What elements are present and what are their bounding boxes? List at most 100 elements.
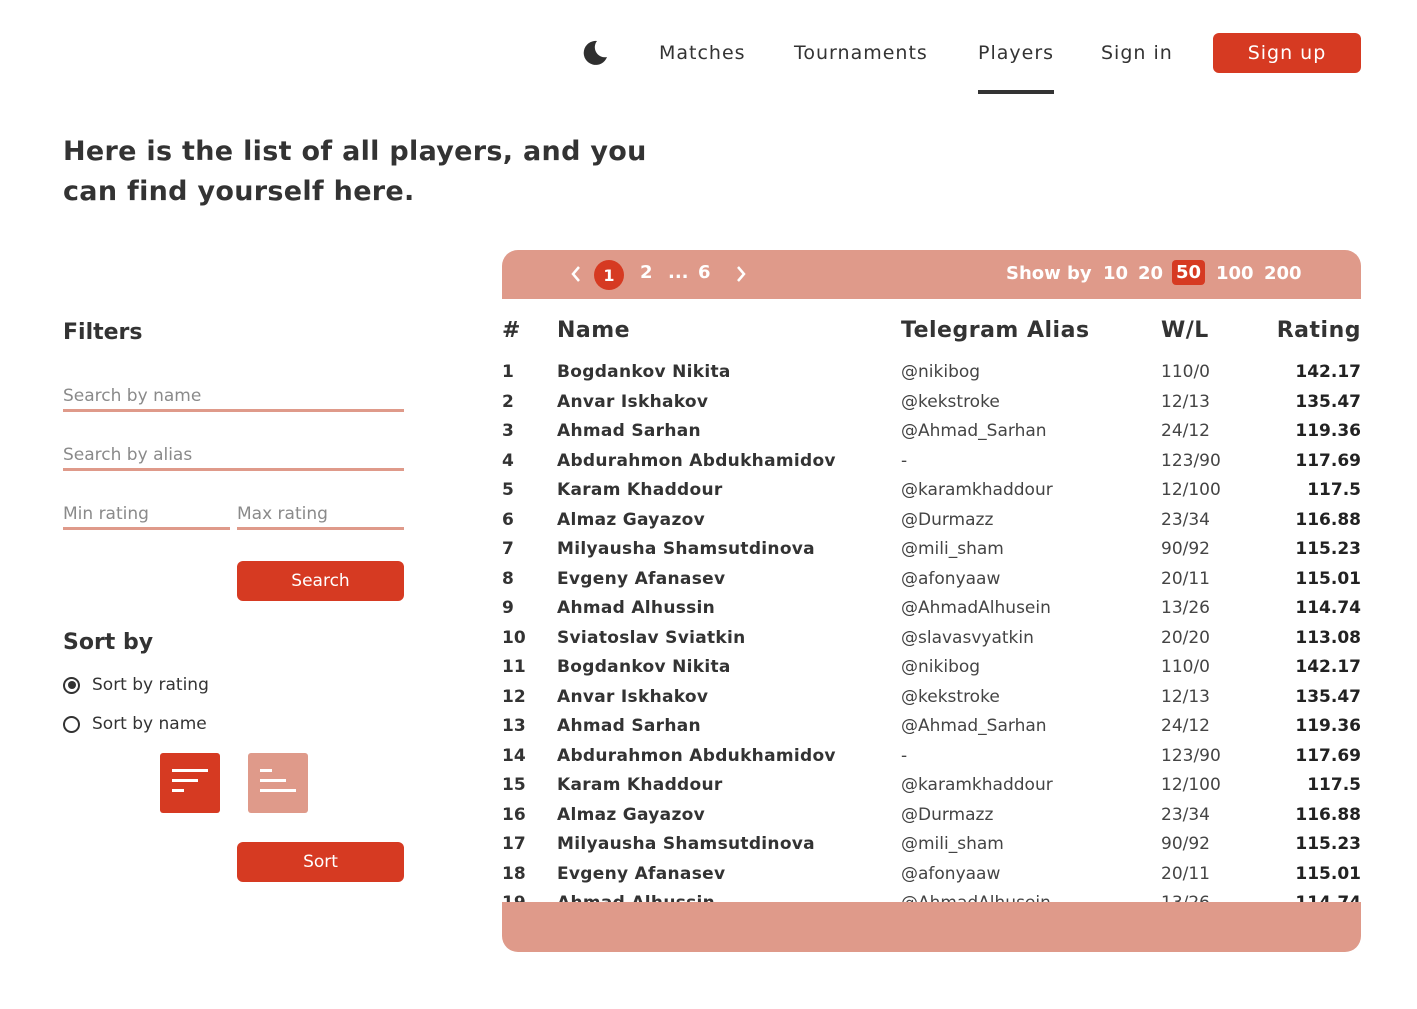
nav-link-sign-in[interactable]: Sign in [1101, 42, 1173, 64]
cell-alias: @nikibog [901, 362, 981, 382]
table-row[interactable]: 19 Ahmad Alhussin @AhmadAlhusein 13/26 114.7… [502, 889, 1361, 902]
cell-num: 18 [502, 863, 526, 884]
min-rating-field [63, 498, 230, 530]
sort-descending-button[interactable] [160, 753, 220, 813]
table-row[interactable]: 3 Ahmad Sarhan @Ahmad_Sarhan 24/12 119.36 [502, 417, 1361, 447]
table-row[interactable]: 10 Sviatoslav Sviatkin @slavasvyatkin 20/20… [502, 624, 1361, 654]
moon-icon[interactable] [580, 38, 610, 68]
page-headline: Here is the list of all players, and you… [63, 136, 647, 207]
cell-wl: 90/92 [1161, 834, 1210, 854]
sort-by-rating-radio[interactable] [63, 676, 80, 694]
sort-by-rating-option[interactable]: Sort by rating [63, 675, 209, 695]
cell-name: Abdurahmon Abdukhamidov [557, 450, 836, 471]
cell-rating: 117.5 [1307, 775, 1361, 795]
alias-search-input[interactable] [63, 439, 404, 467]
cell-num: 7 [502, 539, 514, 559]
table-row[interactable]: 8 Evgeny Afanasev @afonyaaw 20/11 115.01 [502, 565, 1361, 595]
chevron-left-icon[interactable] [570, 265, 582, 287]
table-row[interactable]: 6 Almaz Gayazov @Durmazz 23/34 116.88 [502, 506, 1361, 536]
cell-name: Anvar Iskhakov [557, 391, 709, 412]
cell-rating: 135.47 [1295, 686, 1361, 707]
table-row[interactable]: 14 Abdurahmon Abdukhamidov - 123/90 117.69 [502, 742, 1361, 772]
name-search-input[interactable] [63, 380, 404, 408]
cell-rating: 119.36 [1295, 421, 1361, 441]
table-row[interactable]: 5 Karam Khaddour @karamkhaddour 12/100 117.5 [502, 476, 1361, 506]
cell-wl: 110/0 [1161, 362, 1210, 382]
max-rating-input[interactable] [237, 498, 404, 526]
cell-rating: 115.01 [1295, 568, 1361, 589]
cell-num: 12 [502, 686, 526, 707]
search-button[interactable]: Search [237, 561, 404, 601]
nav-link-players[interactable]: Players [978, 42, 1055, 94]
table-row[interactable]: 15 Karam Khaddour @karamkhaddour 12/100 117.… [502, 771, 1361, 801]
cell-alias: @nikibog [901, 657, 981, 677]
cell-alias: @Ahmad_Sarhan [901, 716, 1047, 736]
cell-num: 14 [502, 745, 526, 766]
cell-rating: 119.36 [1295, 716, 1361, 736]
table-row[interactable]: 17 Milyausha Shamsutdinova @mili_sham 90/92… [502, 830, 1361, 860]
sort-button[interactable]: Sort [237, 842, 404, 882]
cell-alias: @slavasvyatkin [901, 627, 1034, 648]
show-by-option[interactable]: 100 [1216, 263, 1254, 284]
cell-wl: 13/26 [1161, 893, 1210, 902]
show-by-option-selected[interactable]: 50 [1172, 260, 1206, 285]
cell-alias: @Durmazz [901, 509, 994, 530]
cell-num: 5 [502, 480, 514, 500]
cell-name: Ahmad Sarhan [557, 421, 701, 441]
cell-num: 9 [502, 598, 514, 618]
page-link[interactable]: 2 [640, 262, 653, 283]
cell-wl: 20/20 [1161, 627, 1210, 648]
cell-num: 17 [502, 834, 526, 854]
cell-num: 1 [502, 362, 514, 382]
cell-num: 16 [502, 804, 526, 825]
cell-name: Abdurahmon Abdukhamidov [557, 745, 836, 766]
min-rating-input[interactable] [63, 498, 230, 526]
cell-name: Evgeny Afanasev [557, 568, 726, 589]
name-search-field [63, 380, 404, 412]
table-row[interactable]: 13 Ahmad Sarhan @Ahmad_Sarhan 24/12 119.36 [502, 712, 1361, 742]
table-row[interactable]: 12 Anvar Iskhakov @kekstroke 12/13 135.47 [502, 683, 1361, 713]
cell-num: 8 [502, 568, 514, 589]
show-by-option[interactable]: 200 [1264, 263, 1302, 284]
filters-title: Filters [63, 320, 143, 345]
cell-rating: 135.47 [1295, 391, 1361, 412]
cell-wl: 24/12 [1161, 716, 1210, 736]
cell-alias: @karamkhaddour [901, 775, 1053, 795]
table-row[interactable]: 2 Anvar Iskhakov @kekstroke 12/13 135.47 [502, 388, 1361, 418]
table-row[interactable]: 4 Abdurahmon Abdukhamidov - 123/90 117.69 [502, 447, 1361, 477]
table-row[interactable]: 9 Ahmad Alhussin @AhmadAlhusein 13/26 114.74 [502, 594, 1361, 624]
cell-rating: 117.69 [1295, 450, 1361, 471]
page-link[interactable]: 6 [698, 262, 711, 283]
show-by-option[interactable]: 10 [1103, 263, 1128, 284]
column-header-alias: Telegram Alias [901, 318, 1090, 343]
cell-wl: 123/90 [1161, 745, 1221, 766]
show-by-option[interactable]: 20 [1138, 263, 1163, 284]
cell-alias: - [901, 450, 908, 471]
sort-ascending-button[interactable] [248, 753, 308, 813]
chevron-right-icon[interactable] [735, 265, 747, 287]
show-by-label: Show by [1006, 263, 1092, 284]
sort-by-rating-label: Sort by rating [92, 675, 209, 695]
nav-link-matches[interactable]: Matches [659, 42, 746, 64]
nav-link-tournaments[interactable]: Tournaments [794, 42, 928, 64]
cell-alias: @karamkhaddour [901, 480, 1053, 500]
table-row[interactable]: 7 Milyausha Shamsutdinova @mili_sham 90/92 1… [502, 535, 1361, 565]
sign-up-button[interactable]: Sign up [1213, 33, 1361, 73]
table-row[interactable]: 1 Bogdankov Nikita @nikibog 110/0 142.17 [502, 358, 1361, 388]
cell-wl: 12/100 [1161, 480, 1221, 500]
sort-by-name-radio[interactable] [63, 715, 80, 733]
column-header-rating: Rating [1276, 318, 1361, 343]
table-body: 1 Bogdankov Nikita @nikibog 110/0 142.17 2 Anv… [502, 358, 1361, 902]
cell-num: 13 [502, 716, 526, 736]
table-row[interactable]: 16 Almaz Gayazov @Durmazz 23/34 116.88 [502, 801, 1361, 831]
table-row[interactable]: 11 Bogdankov Nikita @nikibog 110/0 142.17 [502, 653, 1361, 683]
cell-alias: - [901, 745, 908, 766]
cell-rating: 117.69 [1295, 745, 1361, 766]
cell-name: Karam Khaddour [557, 480, 723, 500]
sort-by-name-option[interactable]: Sort by name [63, 714, 207, 734]
cell-alias: @kekstroke [901, 686, 1000, 707]
cell-num: 4 [502, 450, 514, 471]
page-current[interactable]: 1 [594, 260, 624, 290]
cell-num: 15 [502, 775, 526, 795]
table-row[interactable]: 18 Evgeny Afanasev @afonyaaw 20/11 115.01 [502, 860, 1361, 890]
